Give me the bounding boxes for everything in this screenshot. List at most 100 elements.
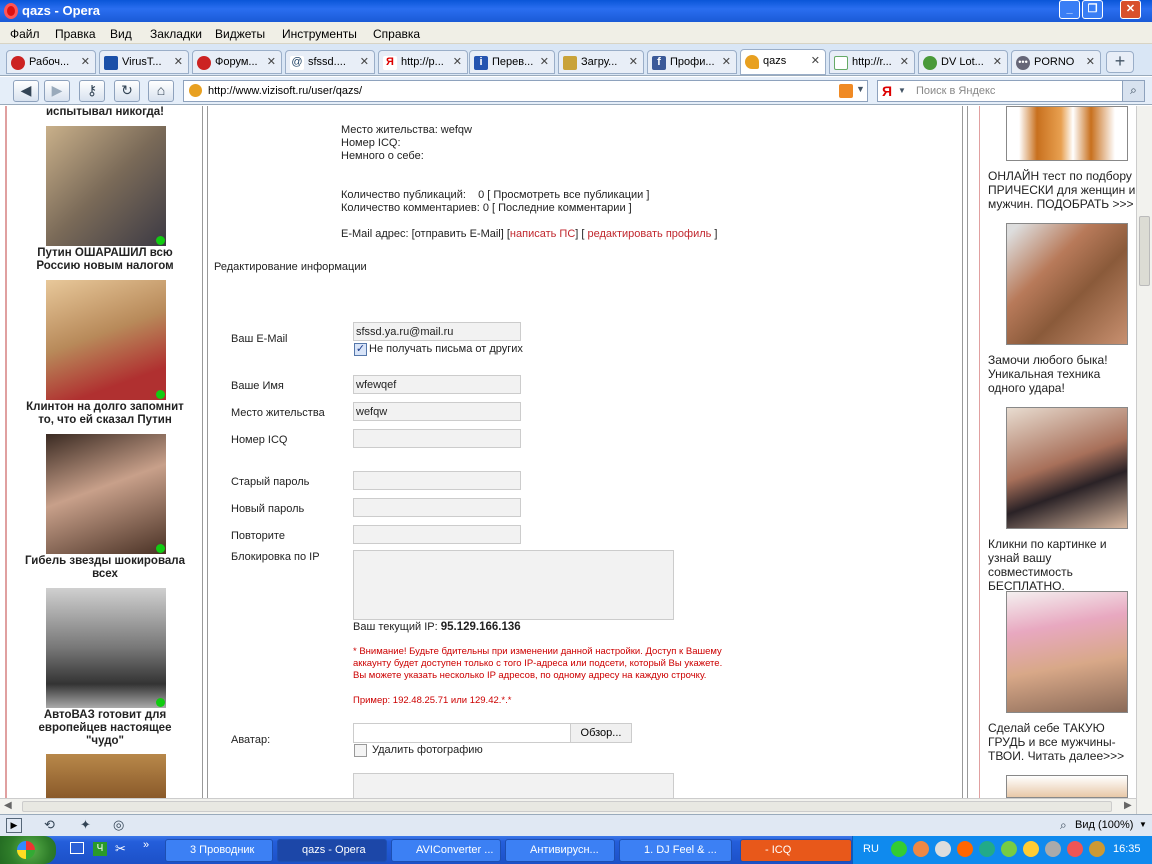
profile-comments[interactable]: Количество комментариев: 0 [ Последние к… [341,202,632,214]
send-email-link[interactable]: E-Mail адрес: [отправить E-Mail] [ [341,228,510,240]
tray-icon-7[interactable] [1023,841,1039,857]
close-tab-icon[interactable]: ✕ [993,55,1002,68]
delete-photo-checkbox[interactable] [354,744,367,757]
scroll-thumb[interactable] [1139,216,1150,286]
language-indicator[interactable]: RU [863,843,879,855]
ip-block-textarea[interactable] [353,550,674,620]
tools-icon[interactable]: ✂ [115,841,126,857]
tab-9-active[interactable]: qazs ✕ [740,49,826,75]
rss-icon[interactable] [839,84,853,98]
close-tab-icon[interactable]: ✕ [629,55,638,68]
ad-image[interactable] [46,588,166,708]
ad-image[interactable] [1006,223,1128,345]
ad-image[interactable] [46,126,166,246]
scroll-thumb[interactable] [22,801,1112,812]
menu-tools[interactable]: Инструменты [282,27,357,41]
ad-image[interactable] [1006,591,1128,713]
search-field[interactable]: Я ▼ Поиск в Яндекс ⌕ [877,80,1145,102]
close-tab-icon[interactable]: ✕ [1086,55,1095,68]
taskbar-aviconverter[interactable]: AVIConverter ... [391,839,501,862]
horizontal-scrollbar[interactable]: ◀ ▶ [0,798,1136,814]
tab-11[interactable]: DV Lot... ✕ [918,50,1008,74]
ad-caption[interactable]: Сделай себе ТАКУЮ ГРУДЬ и все мужчины-ТВ… [988,721,1136,763]
panel-toggle-icon[interactable]: ▶ [6,818,22,833]
menu-edit[interactable]: Правка [55,27,96,41]
quicklaunch-more-icon[interactable]: » [143,839,149,851]
ad-image[interactable] [1006,775,1128,798]
email-field[interactable]: sfssd.ya.ru@mail.ru [353,322,521,341]
tab-5[interactable]: Яhttp://p... ✕ [378,50,468,74]
ad-caption[interactable]: Клинтон на долго запомнит то, что ей ска… [20,401,190,427]
tray-icon-6[interactable] [1001,841,1017,857]
menu-file[interactable]: Файл [10,27,40,41]
zoom-dropdown-icon[interactable]: ▼ [1139,820,1147,829]
tray-icon-4[interactable] [957,841,973,857]
tab-12[interactable]: ••• PORNO ✕ [1011,50,1101,74]
tab-1[interactable]: Рабоч... ✕ [6,50,96,74]
taskbar-opera[interactable]: qazs - Opera [277,839,387,862]
close-tab-icon[interactable]: ✕ [453,55,462,68]
tab-10[interactable]: http://r... ✕ [829,50,915,74]
scroll-right-icon[interactable]: ▶ [1124,800,1132,811]
profile-publications[interactable]: Количество публикаций: 0 [ Просмотреть в… [341,189,649,201]
ad-caption[interactable]: Гибель звезды шокировала всех [20,555,190,581]
dropdown-arrow-icon[interactable]: ▼ [856,84,865,94]
minimize-button[interactable]: _ [1059,0,1080,19]
ad-caption[interactable]: Замочи любого быка! Уникальная техника о… [988,353,1136,395]
tab-4[interactable]: @ sfssd.... ✕ [285,50,375,74]
ad-caption[interactable]: Путин ОШАРАШИЛ всю Россию новым налогом [20,247,190,273]
write-pm-link[interactable]: написать ПС [510,228,575,240]
edit-profile-link[interactable]: редактировать профиль [588,228,712,240]
taskbar-antivirus[interactable]: Антивирусн... [505,839,615,862]
taskbar-player[interactable]: 1. DJ Feel & ... [619,839,732,862]
home-button[interactable]: ⌂ [148,80,174,102]
key-icon[interactable]: ⚷ [79,80,105,102]
menu-widgets[interactable]: Виджеты [215,27,265,41]
reload-button[interactable]: ↻ [114,80,140,102]
maximize-button[interactable]: ❐ [1082,0,1103,19]
yandex-search-icon[interactable]: Я [882,83,892,99]
vertical-scrollbar[interactable] [1136,106,1152,814]
volume-icon[interactable] [1045,841,1061,857]
tab-7[interactable]: Загру... ✕ [558,50,644,74]
ad-image[interactable] [1006,407,1128,529]
old-password-field[interactable] [353,471,521,490]
tray-icon-2[interactable] [913,841,929,857]
residence-field[interactable]: wefqw [353,402,521,421]
ad-image[interactable] [46,754,166,798]
ad-caption[interactable]: ОНЛАЙН тест по подбору ПРИЧЕСКИ для женщ… [988,169,1136,211]
menu-bookmarks[interactable]: Закладки [150,27,202,41]
taskbar-explorer[interactable]: 3 Проводник [165,839,273,862]
turbo-icon[interactable]: ◎ [113,817,124,833]
ad-image[interactable] [1006,106,1128,161]
tray-icon-5[interactable] [979,841,995,857]
search-icon[interactable]: ⌕ [1122,81,1144,101]
sync-icon[interactable]: ⟲ [44,817,55,833]
tray-icon-1[interactable] [891,841,907,857]
close-tab-icon[interactable]: ✕ [267,55,276,68]
avatar-file-field[interactable] [353,723,571,743]
address-field[interactable]: http://www.vizisoft.ru/user/qazs/ ▼ [183,80,868,102]
search-engine-dropdown-icon[interactable]: ▼ [898,86,906,95]
close-button[interactable]: ✕ [1120,0,1141,19]
desktop-icon[interactable] [70,842,84,854]
browse-button[interactable]: Обзор... [570,723,632,743]
no-mail-checkbox[interactable]: ✓ [354,343,367,356]
scroll-left-icon[interactable]: ◀ [4,800,12,811]
tray-icon-9[interactable] [1089,841,1105,857]
new-password-field[interactable] [353,498,521,517]
start-button[interactable] [0,836,56,864]
menu-view[interactable]: Вид [110,27,132,41]
zoom-level[interactable]: Вид (100%) [1075,819,1133,831]
close-tab-icon[interactable]: ✕ [360,55,369,68]
ad-caption[interactable]: испытывал никогда! [20,106,190,119]
tray-icon-3[interactable] [935,841,951,857]
tab-8[interactable]: f Профи... ✕ [647,50,737,74]
close-tab-icon[interactable]: ✕ [900,55,909,68]
ad-image[interactable] [46,280,166,400]
menu-help[interactable]: Справка [373,27,420,41]
utorrent-icon[interactable]: Ч [93,842,107,856]
ad-caption[interactable]: Кликни по картинке и узнай вашу совмести… [988,537,1136,593]
tab-6[interactable]: i Перев... ✕ [469,50,555,74]
back-button[interactable]: ◀ [13,80,39,102]
